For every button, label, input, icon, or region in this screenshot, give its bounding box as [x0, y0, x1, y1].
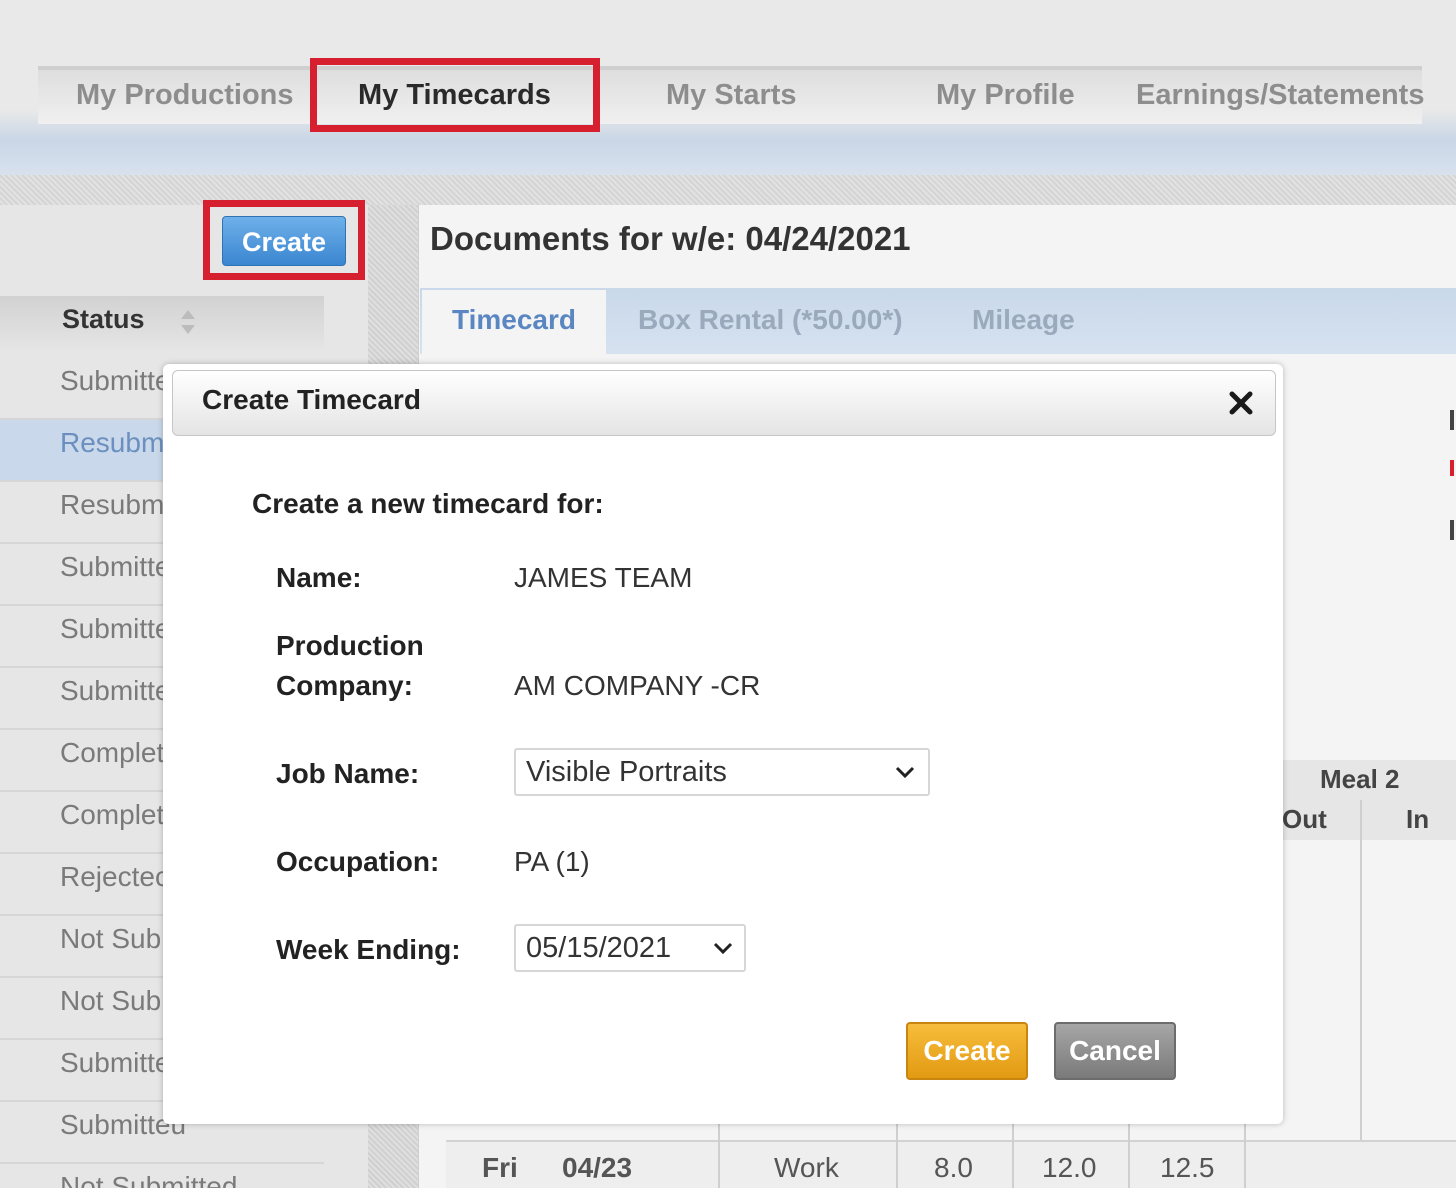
sort-icon[interactable] — [178, 308, 198, 336]
out-header: Out — [1282, 804, 1327, 834]
name-value: JAMES TEAM — [514, 562, 693, 593]
tab-box-rental[interactable]: Box Rental (*50.00*) — [638, 300, 903, 340]
nav-tab-my-profile[interactable]: My Profile — [936, 72, 1075, 118]
status-header-label: Status — [62, 304, 145, 334]
dialog-create-button[interactable]: Create — [906, 1022, 1028, 1080]
production-company-label-line1: Production — [276, 630, 424, 661]
row-value-3: 12.5 — [1160, 1152, 1215, 1183]
job-name-label: Job Name: — [276, 758, 420, 789]
occupation-value: PA (1) — [514, 846, 590, 877]
status-column-header[interactable] — [0, 296, 324, 348]
in-header: In — [1406, 804, 1430, 834]
grid-column-line — [1012, 1120, 1014, 1188]
job-name-select[interactable]: Visible Portraits — [514, 748, 930, 796]
tab-mileage[interactable]: Mileage — [972, 300, 1075, 340]
grid-column-line — [1360, 800, 1362, 1188]
highlight-box-my-timecards — [310, 58, 600, 132]
row-day: Fri — [482, 1152, 518, 1183]
grid-column-line — [718, 1120, 720, 1188]
week-ending-selected-value: 05/15/2021 — [526, 932, 672, 964]
dialog-cancel-button[interactable]: Cancel — [1054, 1022, 1176, 1080]
production-company-value: AM COMPANY -CR — [514, 670, 761, 701]
close-icon[interactable] — [1226, 388, 1256, 418]
tab-timecard[interactable]: Timecard — [422, 290, 606, 354]
chevron-down-icon — [713, 942, 733, 955]
week-ending-label: Week Ending: — [276, 934, 461, 965]
meal-2-header: Meal 2 — [1320, 764, 1400, 794]
row-date: 04/23 — [562, 1152, 633, 1183]
edge-mark — [1450, 410, 1454, 430]
dialog-title: Create Timecard — [202, 384, 421, 415]
chevron-down-icon — [895, 766, 915, 779]
occupation-label: Occupation: — [276, 846, 440, 877]
week-ending-select[interactable]: 05/15/2021 — [514, 924, 746, 972]
edge-mark-red — [1450, 460, 1454, 476]
create-timecard-dialog — [163, 364, 1283, 1124]
status-row[interactable]: Not Submitted — [0, 1164, 324, 1188]
row-type: Work — [774, 1152, 839, 1183]
job-name-selected-value: Visible Portraits — [526, 756, 727, 788]
production-company-label-line2: Company: — [276, 670, 413, 701]
highlight-box-create — [203, 200, 365, 280]
row-value-2: 12.0 — [1042, 1152, 1097, 1183]
nav-tab-my-starts[interactable]: My Starts — [666, 72, 797, 118]
edge-mark — [1450, 520, 1454, 540]
name-label: Name: — [276, 562, 362, 593]
grid-column-line — [1244, 1120, 1246, 1188]
documents-title: Documents for w/e: 04/24/2021 — [430, 220, 911, 257]
row-value-1: 8.0 — [934, 1152, 973, 1183]
nav-tab-my-productions[interactable]: My Productions — [76, 72, 294, 118]
grid-column-line — [896, 1120, 898, 1188]
dialog-lead-text: Create a new timecard for: — [252, 488, 604, 519]
nav-tab-earnings-statements[interactable]: Earnings/Statements — [1136, 72, 1424, 118]
grid-column-line — [1128, 1120, 1130, 1188]
